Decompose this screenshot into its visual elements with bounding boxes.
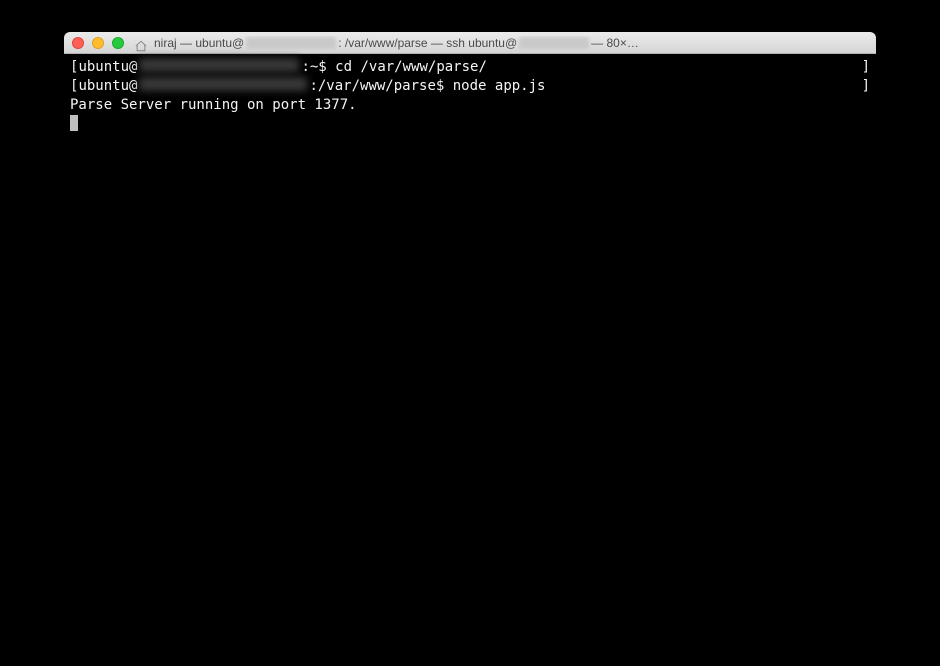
title-middle: : /var/www/parse — ssh ubuntu@ (338, 36, 517, 50)
redacted-host-1 (246, 37, 336, 49)
window-title: niraj — ubuntu@ : /var/www/parse — ssh u… (154, 36, 868, 50)
terminal-cursor-line (70, 115, 870, 131)
window-titlebar[interactable]: niraj — ubuntu@ : /var/www/parse — ssh u… (64, 32, 876, 54)
prompt-path: :~$ (301, 58, 335, 77)
close-button[interactable] (72, 37, 84, 49)
prompt-path: :/var/www/parse$ (309, 77, 452, 96)
redacted-hostname (139, 58, 299, 72)
prompt-user: ubuntu@ (78, 58, 137, 77)
terminal-line-1: [ ubuntu@ :~$ cd /var/www/parse/ ] (70, 58, 870, 77)
bracket-close: ] (862, 58, 870, 77)
minimize-button[interactable] (92, 37, 104, 49)
bracket-open: [ (70, 77, 78, 96)
terminal-window: niraj — ubuntu@ : /var/www/parse — ssh u… (64, 32, 876, 594)
terminal-line-3: Parse Server running on port 1377. (70, 96, 870, 115)
bracket-open: [ (70, 58, 78, 77)
bracket-close: ] (862, 77, 870, 96)
prompt-user: ubuntu@ (78, 77, 137, 96)
command-text: cd /var/www/parse/ (335, 58, 487, 77)
title-prefix: niraj — ubuntu@ (154, 36, 244, 50)
redacted-hostname (139, 77, 307, 91)
cursor (70, 115, 78, 131)
redacted-host-2 (519, 37, 589, 49)
terminal-line-2: [ ubuntu@ :/var/www/parse$ node app.js ] (70, 77, 870, 96)
command-text: node app.js (453, 77, 546, 96)
title-suffix: — 80×… (591, 36, 639, 50)
output-text: Parse Server running on port 1377. (70, 96, 357, 115)
maximize-button[interactable] (112, 37, 124, 49)
home-icon (134, 37, 148, 49)
traffic-lights (72, 37, 124, 49)
terminal-body[interactable]: [ ubuntu@ :~$ cd /var/www/parse/ ] [ ubu… (64, 54, 876, 594)
